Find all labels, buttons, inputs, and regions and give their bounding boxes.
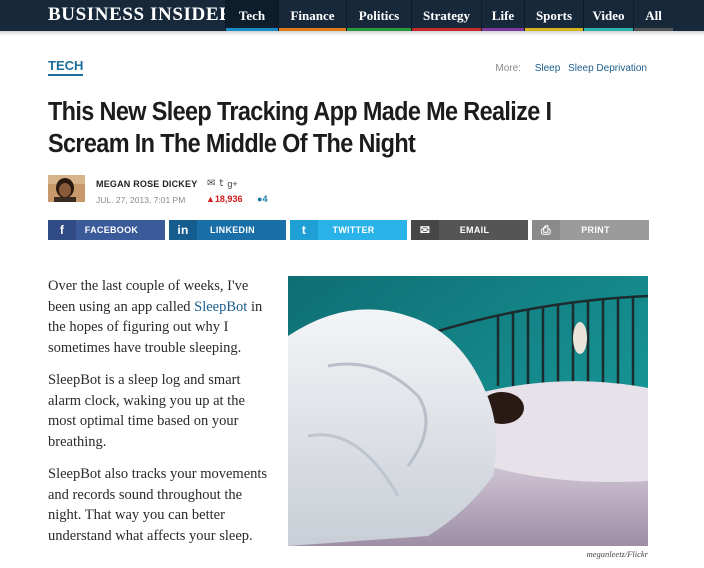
linkedin-icon: in — [169, 220, 197, 240]
facebook-share-button[interactable]: f FACEBOOK — [48, 220, 165, 240]
article-body: Over the last couple of weeks, I've been… — [48, 276, 270, 558]
share-label: FACEBOOK — [84, 225, 139, 235]
print-icon: ⎙ — [532, 220, 560, 240]
nav-item-life[interactable]: Life — [481, 0, 524, 31]
section-nav: Tech Finance Politics Strategy Life Spor… — [225, 0, 673, 31]
nav-item-strategy[interactable]: Strategy — [411, 0, 481, 31]
flame-icon: ▲ — [206, 194, 215, 204]
email-icon[interactable]: ✉ — [207, 178, 215, 189]
article-photo[interactable] — [288, 276, 648, 546]
more-topics: More: Sleep Sleep Deprivation — [495, 63, 647, 74]
view-count: ▲18,936 — [206, 194, 243, 204]
article-headline: This New Sleep Tracking App Made Me Real… — [48, 98, 552, 158]
twitter-icon: t — [290, 220, 318, 240]
share-bar: f FACEBOOK in LINKEDIN t TWITTER ✉ EMAIL… — [48, 220, 649, 240]
photo-credit: meganleetz/Flickr — [586, 549, 648, 559]
article-paragraph: SleepBot is a sleep log and smart alarm … — [48, 372, 245, 450]
sleepbot-link[interactable]: SleepBot — [194, 299, 247, 315]
twitter-share-button[interactable]: t TWITTER — [290, 220, 407, 240]
share-label: LINKEDIN — [210, 225, 255, 235]
article-paragraph: Over the last couple of weeks, I've been… — [48, 278, 263, 356]
author-avatar[interactable] — [48, 175, 85, 202]
author-contact-icons: ✉ 𝗍 g+ — [207, 178, 238, 189]
nav-item-tech[interactable]: Tech — [225, 0, 278, 31]
nav-item-all[interactable]: All — [633, 0, 673, 31]
comment-count[interactable]: ●4 — [257, 194, 267, 204]
nav-item-video[interactable]: Video — [583, 0, 633, 31]
nav-item-sports[interactable]: Sports — [524, 0, 583, 31]
share-label: PRINT — [581, 225, 610, 235]
nav-item-finance[interactable]: Finance — [278, 0, 346, 31]
print-button[interactable]: ⎙ PRINT — [532, 220, 649, 240]
more-link-sleep-deprivation[interactable]: Sleep Deprivation — [568, 63, 647, 74]
section-tag[interactable]: TECH — [48, 59, 84, 76]
share-label: EMAIL — [459, 225, 490, 235]
share-label: TWITTER — [332, 225, 375, 235]
nav-shadow — [0, 31, 704, 36]
email-icon: ✉ — [411, 220, 439, 240]
google-plus-icon[interactable]: g+ — [227, 179, 237, 189]
linkedin-share-button[interactable]: in LINKEDIN — [169, 220, 286, 240]
author-name[interactable]: MEGAN ROSE DICKEY — [96, 179, 197, 189]
nav-item-politics[interactable]: Politics — [346, 0, 411, 31]
twitter-icon[interactable]: 𝗍 — [219, 178, 223, 189]
top-nav-bar: BUSINESS INSIDER Tech Finance Politics S… — [0, 0, 704, 31]
site-logo[interactable]: BUSINESS INSIDER — [48, 4, 233, 26]
email-share-button[interactable]: ✉ EMAIL — [411, 220, 528, 240]
article-paragraph: SleepBot also tracks your movements and … — [48, 466, 268, 544]
more-link-sleep[interactable]: Sleep — [535, 63, 561, 74]
more-label: More: — [495, 63, 521, 74]
facebook-icon: f — [48, 220, 76, 240]
publish-date: JUL. 27, 2013, 7:01 PM — [96, 195, 186, 205]
